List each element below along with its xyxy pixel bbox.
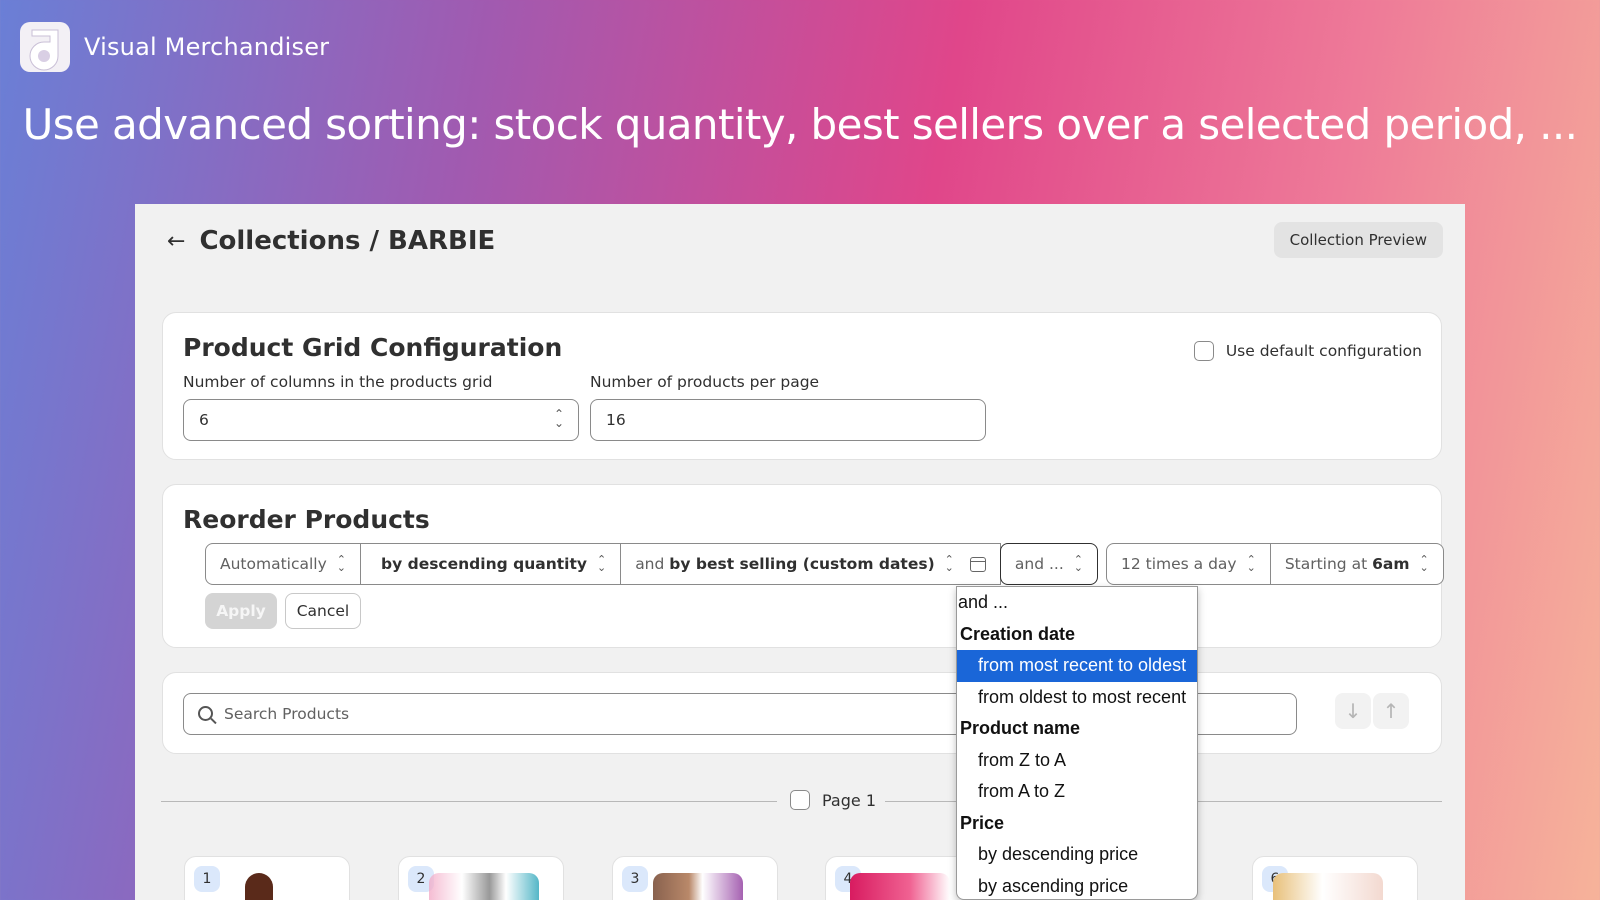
per-page-label: Number of products per page — [590, 373, 820, 391]
app-logo-icon — [20, 22, 70, 72]
chevron-updown-icon: ⌃ ⌄ — [944, 553, 954, 574]
search-icon — [198, 706, 213, 721]
page-select-checkbox[interactable] — [790, 790, 810, 810]
arrow-up-icon: ↑ — [1382, 699, 1400, 723]
search-placeholder: Search Products — [224, 705, 350, 723]
sort-up-button[interactable]: ↑ — [1373, 693, 1409, 729]
grid-config-title: Product Grid Configuration — [183, 333, 563, 362]
frequency-value: 12 times a day — [1120, 555, 1237, 573]
sort-controls: Automatically ⌃ ⌄ by descending quantity … — [205, 543, 1444, 585]
product-card[interactable]: 1 — [184, 856, 350, 900]
per-page-input[interactable]: 16 — [590, 399, 986, 441]
product-thumbnail — [850, 873, 950, 900]
app-name: Visual Merchandiser — [84, 33, 330, 61]
product-thumbnail — [653, 873, 743, 900]
dropdown-group-creation-date: Creation date — [960, 623, 1076, 644]
dropdown-group-product-name: Product name — [960, 718, 1081, 738]
chevron-updown-icon: ⌃ ⌄ — [1246, 553, 1256, 574]
sort-mode-value: Automatically — [220, 555, 327, 573]
chevron-updown-icon: ⌃ ⌄ — [336, 553, 346, 574]
collection-panel: ← Collections / BARBIE Collection Previe… — [135, 204, 1465, 900]
sort-mode-select[interactable]: Automatically ⌃ ⌄ — [205, 543, 361, 585]
dropdown-option-none[interactable]: and ... — [957, 587, 1197, 619]
select-chevron-icon: ⌃ ⌄ — [553, 407, 564, 430]
headline: Use advanced sorting: stock quantity, be… — [22, 100, 1578, 149]
default-config-checkbox[interactable] — [1193, 341, 1214, 361]
collection-preview-button[interactable]: Collection Preview — [1273, 222, 1443, 258]
dropdown-option-recent-to-oldest[interactable]: from most recent to oldest — [957, 650, 1197, 682]
back-arrow-icon[interactable]: ← — [167, 229, 185, 254]
product-position-badge: 1 — [194, 866, 220, 892]
dropdown-option-ascending-price[interactable]: by ascending price — [957, 871, 1197, 900]
page-title: Collections / BARBIE — [199, 226, 496, 256]
start-time-prefix: Starting at — [1284, 555, 1368, 573]
page-header: ← Collections / BARBIE — [167, 226, 495, 256]
cancel-button[interactable]: Cancel — [285, 593, 361, 629]
app-brand: Visual Merchandiser — [20, 22, 329, 72]
page-divider-left — [161, 801, 777, 802]
columns-label: Number of columns in the products grid — [183, 373, 493, 391]
dropdown-option-a-to-z[interactable]: from A to Z — [957, 776, 1197, 808]
search-card: Search Products ↓ ↑ — [162, 672, 1442, 754]
product-card[interactable]: 6 — [1252, 856, 1418, 900]
page-label: Page 1 — [822, 790, 876, 810]
product-thumbnail — [429, 873, 539, 900]
columns-value: 6 — [199, 411, 209, 429]
product-thumbnail — [245, 873, 273, 900]
dropdown-option-descending-price[interactable]: by descending price — [957, 839, 1197, 871]
start-time-select[interactable]: Starting at 6am ⌃ ⌄ — [1269, 543, 1444, 585]
dropdown-group-price: Price — [960, 812, 1005, 833]
start-time-value: 6am — [1372, 555, 1410, 573]
page-marker: Page 1 — [790, 790, 876, 810]
sort-primary-select[interactable]: by descending quantity ⌃ ⌄ — [360, 543, 622, 585]
sort-secondary-value: by best selling (custom dates) — [669, 555, 935, 573]
default-config-option[interactable]: Use default configuration — [1193, 341, 1422, 361]
sort-secondary-prefix: and — [635, 555, 665, 573]
sort-tertiary-select[interactable]: and ... ⌃ ⌄ — [999, 543, 1098, 585]
dropdown-option-z-to-a[interactable]: from Z to A — [957, 745, 1197, 777]
chevron-updown-icon: ⌃ ⌄ — [596, 553, 607, 574]
product-card[interactable]: 2 — [398, 856, 564, 900]
reorder-card: Reorder Products Automatically ⌃ ⌄ by des… — [162, 484, 1444, 648]
product-card[interactable]: 3 — [612, 856, 778, 900]
chevron-updown-icon: ⌃ ⌄ — [1419, 553, 1429, 574]
default-config-label: Use default configuration — [1225, 342, 1422, 360]
chevron-updown-icon: ⌃ ⌄ — [1073, 553, 1083, 574]
product-thumbnail — [1273, 873, 1383, 900]
product-position-badge: 3 — [622, 866, 648, 892]
frequency-select[interactable]: 12 times a day ⌃ ⌄ — [1105, 543, 1271, 585]
per-page-value: 16 — [606, 411, 626, 429]
arrow-down-icon: ↓ — [1344, 699, 1362, 723]
columns-select[interactable]: 6 ⌃ ⌄ — [183, 399, 579, 441]
reorder-title: Reorder Products — [183, 505, 430, 534]
apply-button[interactable]: Apply — [205, 593, 277, 629]
sort-primary-value: by descending quantity — [381, 555, 587, 573]
sort-tertiary-value: and ... — [1014, 555, 1064, 573]
sort-options-dropdown: and ... Creation date from most recent t… — [956, 586, 1198, 900]
sort-down-button[interactable]: ↓ — [1335, 693, 1371, 729]
sort-secondary-select[interactable]: and by best selling (custom dates) ⌃ ⌄ — [620, 543, 1001, 585]
grid-config-card: Product Grid Configuration Use default c… — [162, 312, 1442, 460]
calendar-icon[interactable] — [969, 556, 986, 572]
dropdown-option-oldest-to-recent[interactable]: from oldest to most recent — [957, 682, 1197, 714]
